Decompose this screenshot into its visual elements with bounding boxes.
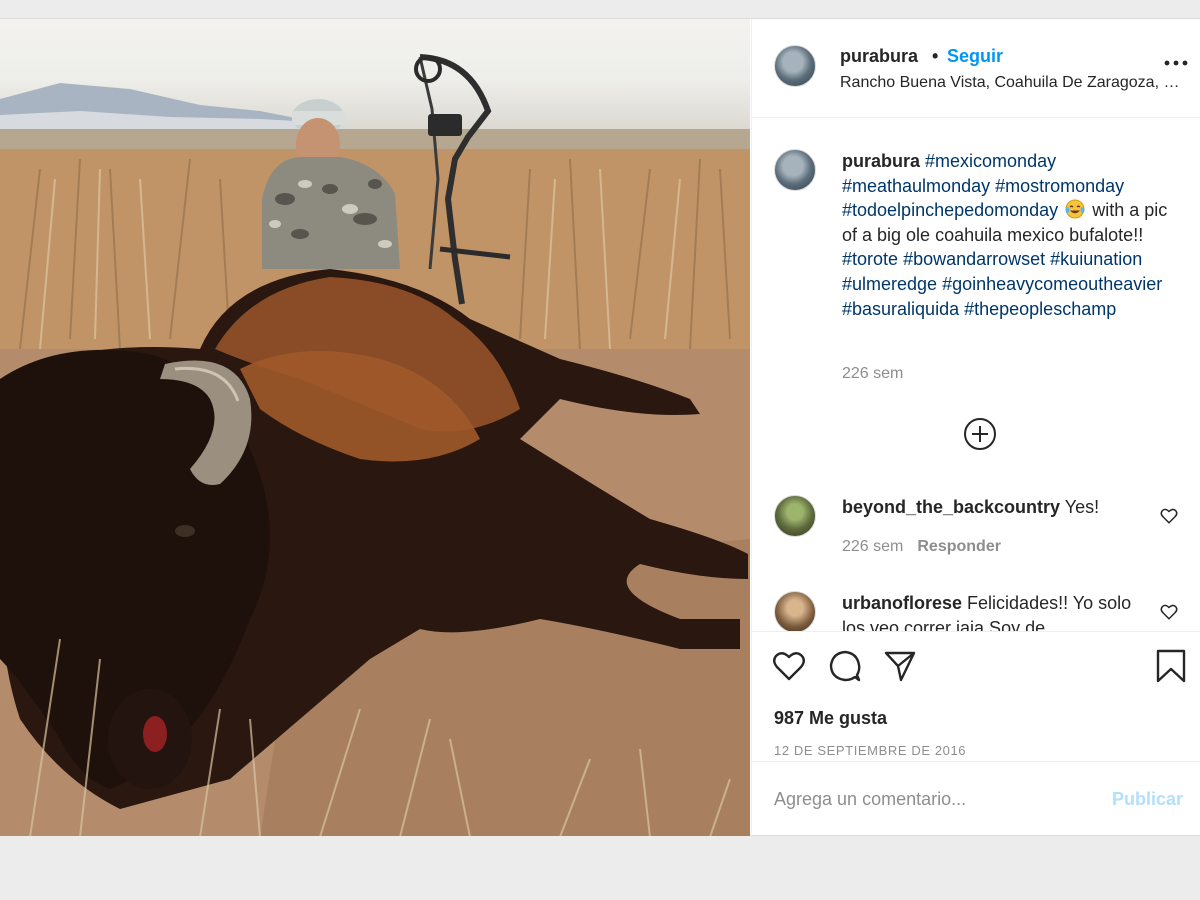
post-details-panel: purabura • Seguir Rancho Buena Vista, Co… <box>751 19 1200 837</box>
comment-input[interactable] <box>774 784 1094 814</box>
follow-button[interactable]: Seguir <box>947 46 1003 67</box>
comment-like-icon[interactable] <box>1160 507 1178 525</box>
bookmark-icon[interactable] <box>1154 649 1188 683</box>
comment-like-icon[interactable] <box>1160 603 1178 621</box>
author-avatar[interactable] <box>774 45 816 87</box>
comment-icon[interactable] <box>828 649 862 683</box>
post-photo-illustration <box>0 54 750 837</box>
hashtag[interactable]: #bowandarrowset <box>903 249 1045 269</box>
post-location[interactable]: Rancho Buena Vista, Coahuila De Zaragoza… <box>840 74 1180 92</box>
heart-icon[interactable] <box>772 649 806 683</box>
comment-timestamp[interactable]: 226 sem <box>842 538 903 555</box>
caption-timestamp[interactable]: 226 sem <box>842 365 903 383</box>
hashtag[interactable]: #mexicomonday <box>925 151 1056 171</box>
add-comment-bar: Publicar <box>752 761 1200 837</box>
post-header: purabura • Seguir Rancho Buena Vista, Co… <box>752 19 1200 118</box>
commenter-username[interactable]: beyond_the_backcountry <box>842 497 1060 517</box>
tears-of-joy-emoji <box>1065 199 1085 219</box>
commenter-avatar[interactable] <box>774 495 816 537</box>
hashtag[interactable]: #goinheavycomeoutheavier <box>942 274 1162 294</box>
post-actions: 987 Me gusta 12 DE SEPTIEMBRE DE 2016 <box>752 631 1200 761</box>
publish-button[interactable]: Publicar <box>1112 789 1183 810</box>
post-date[interactable]: 12 DE SEPTIEMBRE DE 2016 <box>774 743 966 758</box>
more-options-icon[interactable] <box>1162 55 1190 71</box>
comment-text: beyond_the_backcountry Yes! <box>842 495 1132 520</box>
hashtag[interactable]: #kuiunation <box>1050 249 1142 269</box>
load-more-icon[interactable] <box>963 417 997 451</box>
author-username[interactable]: purabura <box>840 46 918 67</box>
caption-text: purabura #mexicomonday #meathaulmonday #… <box>842 149 1172 321</box>
reply-button[interactable]: Responder <box>917 538 1001 555</box>
page-top-strip <box>0 0 1200 18</box>
likes-count[interactable]: 987 Me gusta <box>774 708 887 729</box>
comment-meta: 226 sem Responder <box>842 538 1001 556</box>
page-bottom-strip <box>0 836 1200 900</box>
comments-list[interactable]: purabura #mexicomonday #meathaulmonday #… <box>752 119 1200 631</box>
caption-username[interactable]: purabura <box>842 151 920 171</box>
post-modal: purabura • Seguir Rancho Buena Vista, Co… <box>0 18 1200 837</box>
header-separator: • <box>932 46 939 66</box>
hashtag[interactable]: #ulmeredge <box>842 274 937 294</box>
commenter-username[interactable]: urbanoflorese <box>842 593 962 613</box>
commenter-avatar[interactable] <box>774 591 816 631</box>
comment-body: Yes! <box>1064 497 1100 517</box>
comment-text: urbanoflorese Felicidades!! Yo solo los … <box>842 591 1132 631</box>
caption-author-avatar[interactable] <box>774 149 816 191</box>
hashtag[interactable]: #todoelpinchepedomonday <box>842 200 1058 220</box>
post-photo[interactable] <box>0 19 750 837</box>
hashtag[interactable]: #basuraliquida <box>842 299 959 319</box>
hashtag[interactable]: #torote <box>842 249 898 269</box>
hashtag[interactable]: #mostromonday <box>995 176 1124 196</box>
share-icon[interactable] <box>883 649 917 683</box>
hashtag[interactable]: #thepeopleschamp <box>964 299 1116 319</box>
hashtag[interactable]: #meathaulmonday <box>842 176 990 196</box>
